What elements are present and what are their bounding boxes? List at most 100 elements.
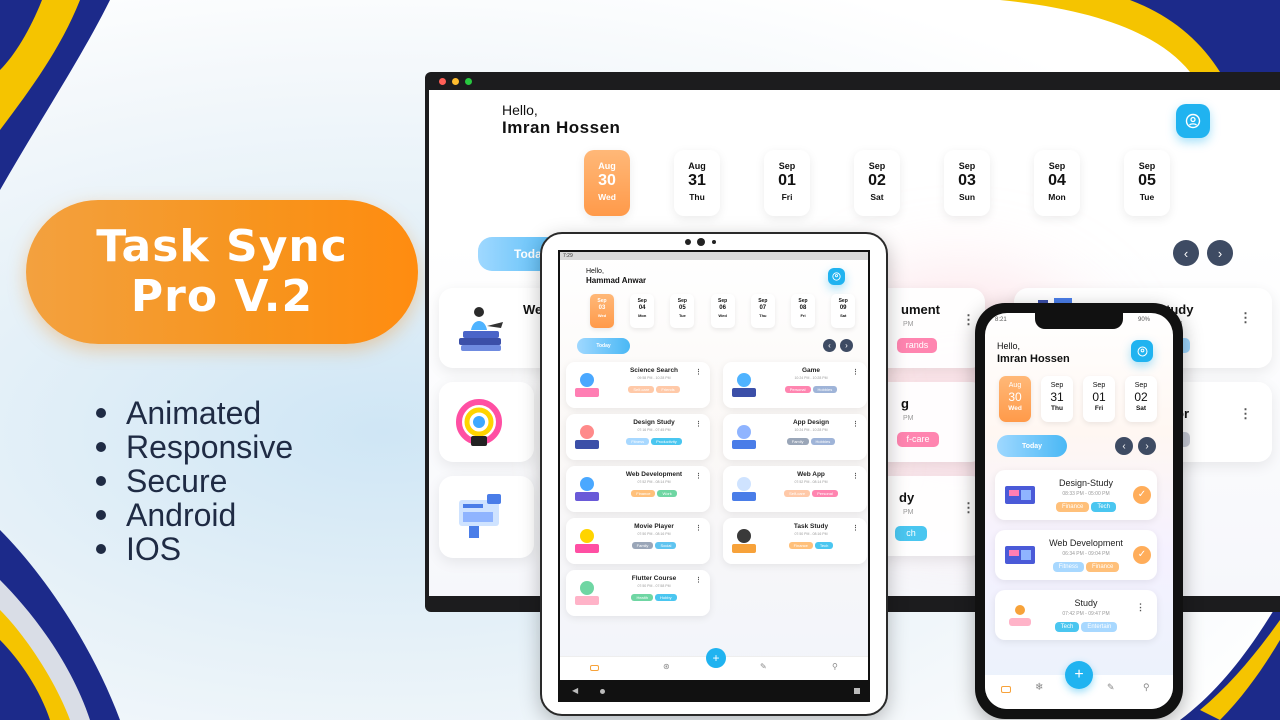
more-options-icon[interactable]: ⋮ bbox=[695, 524, 702, 532]
grid-icon[interactable]: ⊛ bbox=[663, 662, 670, 671]
chevron-left-icon: ‹ bbox=[828, 341, 831, 350]
date-chip[interactable]: Aug 30 Wed bbox=[584, 150, 630, 216]
task-tags: Self-care Friends bbox=[610, 386, 698, 393]
task-card[interactable]: Web App 07:52 PM - 08:14 PM Self-care Perso… bbox=[723, 466, 867, 512]
date-day: 30 bbox=[1008, 390, 1022, 404]
task-card[interactable]: Game 10:24 PM - 10:28 PM Personal Hobbies ⋮ bbox=[723, 362, 867, 408]
task-title: Movie Player bbox=[634, 523, 674, 530]
task-card[interactable] bbox=[439, 476, 534, 558]
task-tag: Social bbox=[655, 542, 677, 549]
more-options-icon[interactable]: ⋮ bbox=[962, 312, 975, 328]
task-complete-checkbox[interactable]: ✓ bbox=[1133, 486, 1151, 504]
profile-icon[interactable]: ⚲ bbox=[1143, 682, 1150, 693]
date-chip[interactable]: Sep 03 Wed bbox=[590, 294, 614, 328]
date-chip[interactable]: Sep 09 Sat bbox=[831, 294, 856, 328]
recents-icon[interactable] bbox=[854, 688, 860, 694]
more-options-icon[interactable]: ⋮ bbox=[1136, 602, 1145, 613]
more-options-icon[interactable]: ⋮ bbox=[695, 420, 702, 428]
date-chip[interactable]: Sep 03 Sun bbox=[944, 150, 990, 216]
date-chip[interactable]: Sep 06 Wed bbox=[710, 294, 735, 328]
date-chip[interactable]: Aug 31 Thu bbox=[674, 150, 720, 216]
profile-button[interactable] bbox=[1176, 104, 1210, 138]
date-chip[interactable]: Sep 02 Sat bbox=[854, 150, 900, 216]
date-chip[interactable]: Aug 30 Wed bbox=[999, 376, 1031, 422]
date-chip[interactable]: Sep 01 Fri bbox=[1083, 376, 1115, 422]
edit-icon[interactable]: ✎ bbox=[1107, 682, 1115, 693]
add-task-button[interactable]: + bbox=[1065, 661, 1093, 689]
more-options-icon[interactable]: ⋮ bbox=[695, 472, 702, 480]
task-tag: Personal bbox=[784, 386, 811, 393]
today-filter-button[interactable]: Today bbox=[997, 435, 1067, 457]
home-icon[interactable] bbox=[1001, 686, 1011, 693]
date-weekday: Sat bbox=[840, 313, 847, 318]
task-tags: Finance Work bbox=[610, 490, 698, 497]
date-chip[interactable]: Sep 05 Tue bbox=[1124, 150, 1170, 216]
task-card[interactable]: Design Study 07:16 PM - 07:45 PM Fitness Pr… bbox=[566, 414, 710, 460]
task-card[interactable]: App Design 10:24 PM - 10:28 PM Family Hobbi… bbox=[723, 414, 867, 460]
prev-day-button[interactable]: ‹ bbox=[1115, 437, 1133, 455]
more-options-icon[interactable]: ⋮ bbox=[852, 368, 859, 376]
add-task-button[interactable]: + bbox=[706, 648, 726, 668]
date-day: 05 bbox=[1138, 172, 1156, 189]
task-card[interactable]: Movie Player 07:50 PM - 08:16 PM Family Soc… bbox=[566, 518, 710, 564]
task-card[interactable]: Science Search 09:58 PM - 10:28 PM Self-ca… bbox=[566, 362, 710, 408]
user-icon bbox=[1185, 113, 1201, 129]
more-options-icon[interactable]: ⋮ bbox=[852, 472, 859, 480]
date-chip[interactable]: Sep 04 Mon bbox=[1034, 150, 1080, 216]
date-chip[interactable]: Sep 01 Fri bbox=[764, 150, 810, 216]
more-options-icon[interactable]: ⋮ bbox=[852, 420, 859, 428]
date-weekday: Thu bbox=[759, 313, 767, 318]
more-options-icon[interactable]: ⋮ bbox=[695, 576, 702, 584]
date-day: 07 bbox=[759, 305, 767, 311]
maximize-window-button[interactable] bbox=[465, 77, 472, 85]
more-options-icon[interactable]: ⋮ bbox=[852, 524, 859, 532]
task-card[interactable]: Flutter Course 07:50 PM - 07:58 PM Health H… bbox=[566, 570, 710, 616]
task-illustration bbox=[575, 581, 599, 605]
task-illustration bbox=[732, 477, 756, 501]
home-nav-icon[interactable] bbox=[600, 689, 605, 694]
back-icon[interactable]: ◀ bbox=[572, 686, 578, 695]
task-card[interactable]: Web Development 07:52 PM - 08:14 PM Financ… bbox=[566, 466, 710, 512]
profile-icon[interactable]: ⚲ bbox=[832, 662, 838, 671]
grid-icon[interactable]: ❄ bbox=[1035, 682, 1043, 693]
task-card[interactable]: Study 07:42 PM - 09:47 PM Tech Entertain ⋮ bbox=[995, 590, 1157, 640]
task-illustration bbox=[1009, 605, 1031, 626]
next-day-button[interactable]: › bbox=[840, 339, 853, 352]
date-chip[interactable]: Sep 05 Tue bbox=[670, 294, 695, 328]
task-tags: Personal Hobbies bbox=[767, 386, 855, 393]
task-tag: Health bbox=[631, 594, 653, 601]
date-chip[interactable]: Sep 08 Fri bbox=[791, 294, 815, 328]
date-weekday: Wed bbox=[1008, 405, 1022, 412]
task-title: Science Search bbox=[629, 367, 679, 374]
profile-button[interactable] bbox=[828, 268, 845, 285]
close-window-button[interactable] bbox=[439, 77, 446, 85]
home-icon[interactable] bbox=[590, 665, 599, 671]
task-card[interactable]: Web Development 06:34 PM - 09:04 PM Fitnes… bbox=[995, 530, 1157, 580]
task-title: Web Development bbox=[1049, 538, 1123, 548]
profile-button[interactable] bbox=[1131, 340, 1153, 362]
task-card[interactable]: Task Study 07:50 PM - 08:16 PM Finance Tech… bbox=[723, 518, 867, 564]
feature-list: Animated Responsive Secure Android IOS bbox=[96, 396, 293, 566]
prev-day-button[interactable]: ‹ bbox=[823, 339, 836, 352]
task-card[interactable] bbox=[439, 382, 534, 462]
minimize-window-button[interactable] bbox=[452, 77, 459, 85]
date-chip[interactable]: Sep 07 Thu bbox=[750, 294, 775, 328]
task-complete-checkbox[interactable]: ✓ bbox=[1133, 546, 1151, 564]
next-day-button[interactable]: › bbox=[1207, 240, 1233, 266]
prev-day-button[interactable]: ‹ bbox=[1173, 240, 1199, 266]
date-chip[interactable]: Sep 02 Sat bbox=[1125, 376, 1157, 422]
today-filter-button[interactable]: Today bbox=[577, 338, 630, 354]
more-options-icon[interactable]: ⋮ bbox=[1239, 310, 1252, 326]
phone-notch bbox=[1035, 313, 1123, 329]
edit-icon[interactable]: ✎ bbox=[760, 662, 767, 671]
task-card[interactable]: Design-Study 08:33 PM - 05:00 PM Finance Te… bbox=[995, 470, 1157, 520]
more-options-icon[interactable]: ⋮ bbox=[962, 500, 975, 516]
more-options-icon[interactable]: ⋮ bbox=[1239, 406, 1252, 422]
tablet-camera bbox=[685, 239, 691, 245]
date-chip[interactable]: Sep 31 Thu bbox=[1041, 376, 1073, 422]
task-time: 09:58 PM - 10:28 PM bbox=[637, 376, 671, 380]
more-options-icon[interactable]: ⋮ bbox=[695, 368, 702, 376]
next-day-button[interactable]: › bbox=[1138, 437, 1156, 455]
greeting-text: Hello, bbox=[502, 102, 538, 118]
date-chip[interactable]: Sep 04 Mon bbox=[630, 294, 655, 328]
